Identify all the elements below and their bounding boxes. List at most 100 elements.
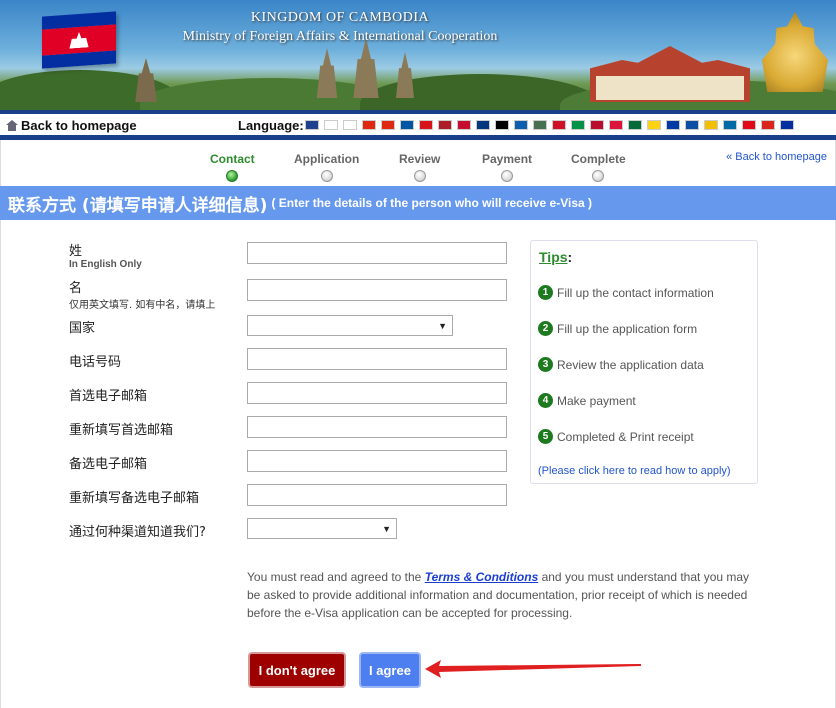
cambodia-flag-icon[interactable] (780, 120, 794, 130)
step-number-icon: 5 (538, 429, 553, 444)
czech-flag-icon[interactable] (419, 120, 433, 130)
tips-panel: Tips: 1 Fill up the contact information … (530, 240, 758, 484)
japan-flag-icon[interactable] (343, 120, 357, 130)
portugal-flag-icon[interactable] (628, 120, 642, 130)
dropdown-arrow-icon: ▼ (438, 321, 447, 331)
language-flags (305, 120, 794, 130)
vietnam-flag-icon[interactable] (761, 120, 775, 130)
language-label: Language: (238, 118, 304, 133)
denmark-flag-icon[interactable] (457, 120, 471, 130)
alt-email-input[interactable] (247, 450, 507, 472)
france-flag-icon[interactable] (400, 120, 414, 130)
poland-flag-icon[interactable] (609, 120, 623, 130)
step-indicator-icon (592, 170, 605, 182)
step-complete: Complete (571, 152, 626, 182)
step-indicator-icon (413, 170, 426, 182)
email-confirm-input[interactable] (247, 416, 507, 438)
given-name-input[interactable] (247, 279, 507, 301)
step-review: Review (399, 152, 440, 182)
tip-item: 3 Review the application data (538, 357, 704, 372)
tip-text: Completed & Print receipt (557, 429, 694, 444)
tip-text: Make payment (557, 393, 636, 408)
china-flag-icon[interactable] (362, 120, 376, 130)
terms-conditions-link[interactable]: Terms & Conditions (425, 570, 539, 584)
germany-flag-icon[interactable] (495, 120, 509, 130)
cambodia-flag-emblem (42, 11, 116, 69)
back-to-homepage-link[interactable]: Back to homepage (6, 118, 137, 133)
progress-steps: Contact Application Review Payment Compl… (0, 140, 836, 186)
step-number-icon: 4 (538, 393, 553, 408)
step-number-icon: 3 (538, 357, 553, 372)
romania-flag-icon[interactable] (647, 120, 661, 130)
alt-email-confirm-input[interactable] (247, 484, 507, 506)
country-label: 国家 (69, 321, 96, 336)
taiwan-flag-icon[interactable] (381, 120, 395, 130)
step-label: Payment (482, 152, 533, 166)
terms-text-before: You must read and agreed to the (247, 570, 425, 584)
given-name-label: 名 仅用英文填写. 如有中名，请填上 (69, 277, 215, 311)
ministry-building-wall (596, 76, 744, 100)
step-indicator-icon (501, 170, 514, 182)
site-banner: KINGDOM OF CAMBODIA Ministry of Foreign … (0, 0, 836, 110)
referral-label: 通过何种渠道知道我们? (69, 525, 206, 540)
tips-title-colon: : (567, 249, 573, 265)
russia-flag-icon[interactable] (666, 120, 680, 130)
tips-title: Tips: (539, 249, 572, 265)
tip-text: Fill up the application form (557, 321, 698, 336)
slovakia-flag-icon[interactable] (685, 120, 699, 130)
section-header: 联系方式 (请填写申请人详细信息) ( Enter the details of… (0, 186, 836, 220)
sweden-flag-icon[interactable] (723, 120, 737, 130)
alt-email-confirm-label: 重新填写备选电子邮箱 (69, 491, 200, 506)
banner-title-line2: Ministry of Foreign Affairs & Internatio… (182, 29, 498, 44)
finland-flag-icon[interactable] (476, 120, 490, 130)
given-name-hint: 仅用英文填写. 如有中名，请填上 (69, 300, 216, 311)
netherlands-flag-icon[interactable] (438, 120, 452, 130)
turkey-flag-icon[interactable] (742, 120, 756, 130)
surname-input[interactable] (247, 242, 507, 264)
banner-title-line1: KINGDOM OF CAMBODIA (250, 10, 430, 25)
tip-item: 4 Make payment (538, 393, 636, 408)
step-label: Application (294, 152, 360, 166)
banner-title: KINGDOM OF CAMBODIA Ministry of Foreign … (150, 10, 530, 45)
top-nav-bar: Back to homepage Language: (0, 110, 836, 140)
disagree-button[interactable]: I don't agree (248, 652, 346, 688)
agree-button[interactable]: I agree (359, 652, 421, 688)
email-input[interactable] (247, 382, 507, 404)
step-application: Application (294, 152, 359, 182)
indonesia-flag-icon[interactable] (552, 120, 566, 130)
back-to-homepage-label: Back to homepage (21, 118, 137, 133)
uk-flag-icon[interactable] (305, 120, 319, 130)
italy-flag-icon[interactable] (571, 120, 585, 130)
hungary-flag-icon[interactable] (533, 120, 547, 130)
home-icon (6, 120, 18, 131)
tip-text: Fill up the contact information (557, 285, 714, 300)
country-select[interactable]: ▼ (247, 315, 453, 336)
greece-flag-icon[interactable] (514, 120, 528, 130)
phone-input[interactable] (247, 348, 507, 370)
surname-label: 姓 In English Only (69, 240, 142, 270)
step-payment: Payment (482, 152, 532, 182)
step-label: Review (399, 152, 441, 166)
tip-item: 1 Fill up the contact information (538, 285, 714, 300)
referral-select[interactable]: ▼ (247, 518, 397, 539)
surname-hint: In English Only (69, 259, 142, 270)
norway-flag-icon[interactable] (590, 120, 604, 130)
surname-label-text: 姓 (69, 244, 83, 259)
royal-coat-of-arms (762, 12, 828, 92)
tip-item: 2 Fill up the application form (538, 321, 697, 336)
how-to-apply-link[interactable]: (Please click here to read how to apply) (538, 465, 731, 477)
red-arrow-annotation (425, 660, 641, 678)
step-contact: Contact (210, 152, 255, 182)
tip-item: 5 Completed & Print receipt (538, 429, 694, 444)
tip-text: Review the application data (557, 357, 704, 372)
step-number-icon: 2 (538, 321, 553, 336)
contact-form: 姓 In English Only 名 仅用英文填写. 如有中名，请填上 国家 … (0, 220, 836, 708)
step-number-icon: 1 (538, 285, 553, 300)
spain-flag-icon[interactable] (704, 120, 718, 130)
given-name-label-text: 名 (69, 281, 83, 296)
back-to-homepage-link-secondary[interactable]: « Back to homepage (726, 151, 827, 163)
section-title: 联系方式 (请填写申请人详细信息) (8, 195, 268, 216)
step-label: Contact (210, 152, 255, 166)
section-subtitle: ( Enter the details of the person who wi… (271, 196, 592, 210)
korea-flag-icon[interactable] (324, 120, 338, 130)
